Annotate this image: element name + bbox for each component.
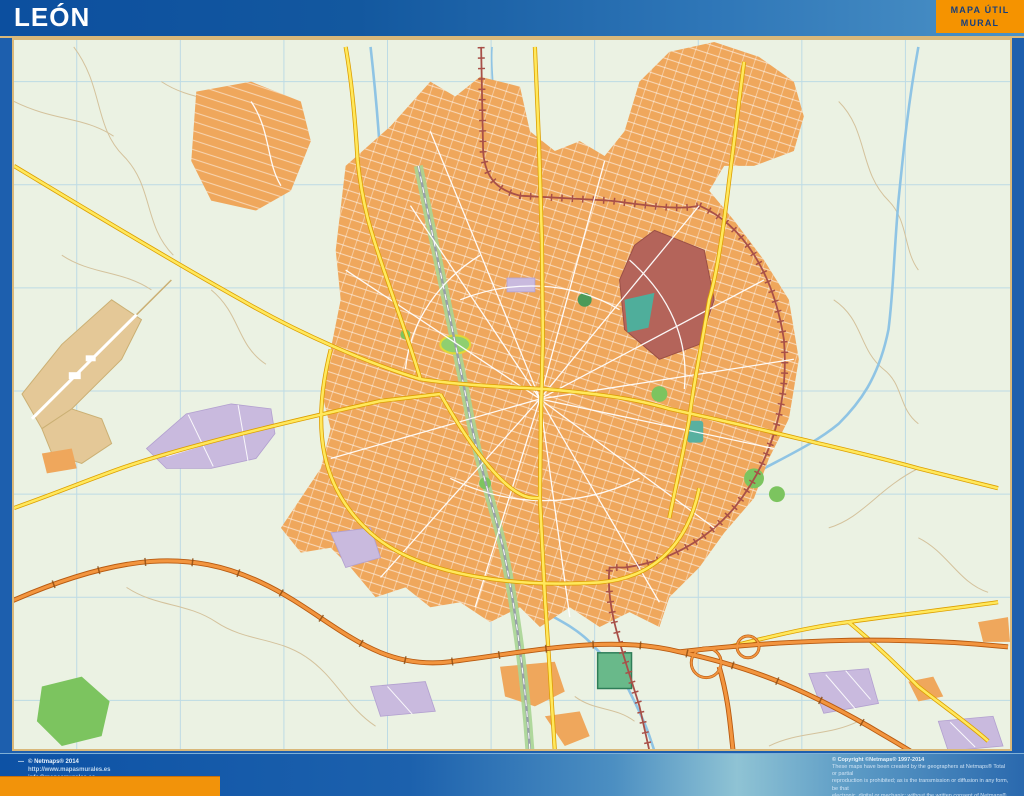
map-canvas bbox=[12, 38, 1012, 751]
footer-legal-block: © Copyright ©Netmaps® 1997-2014 These ma… bbox=[832, 757, 1010, 796]
footer-website: http://www.mapasmurales.es bbox=[28, 766, 110, 774]
footer-accent-bar bbox=[0, 776, 220, 796]
legal-line: reproduction is prohibited; as is the tr… bbox=[832, 778, 1010, 792]
map-frame bbox=[0, 38, 1024, 753]
legal-line: These maps have been created by the geog… bbox=[832, 764, 1010, 778]
map-title: LEÓN bbox=[14, 2, 90, 33]
map-type-badge: MAPA ÚTIL MURAL bbox=[936, 0, 1024, 33]
header-bar: LEÓN bbox=[0, 0, 1024, 38]
footer-bar: — © Netmaps® 2014 http://www.mapasmurale… bbox=[0, 753, 1024, 796]
footer-copyright: © Netmaps® 2014 bbox=[28, 758, 110, 766]
badge-line-1: MAPA ÚTIL bbox=[951, 4, 1010, 16]
badge-line-2: MURAL bbox=[961, 17, 1000, 29]
city-map bbox=[14, 40, 1010, 749]
leon-wall-map: LEÓN MAPA ÚTIL MURAL bbox=[0, 0, 1024, 796]
netmaps-mark: — bbox=[18, 758, 24, 766]
